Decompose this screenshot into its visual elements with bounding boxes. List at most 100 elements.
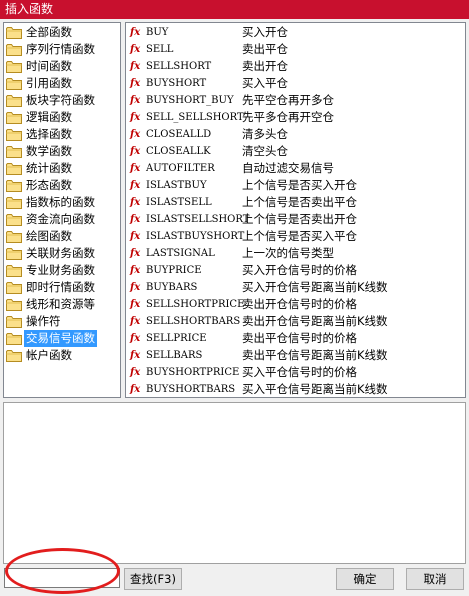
category-item[interactable]: 关联财务函数 bbox=[6, 245, 97, 262]
category-label: 交易信号函数 bbox=[24, 330, 97, 347]
function-description: 清空头仓 bbox=[242, 144, 288, 158]
category-item[interactable]: 逻辑函数 bbox=[6, 109, 74, 126]
function-description: 先平空仓再开多仓 bbox=[242, 93, 334, 107]
function-description: 买入开仓 bbox=[242, 25, 288, 39]
folder-icon bbox=[6, 197, 22, 209]
function-name: SELLSHORTPRICE bbox=[146, 299, 245, 310]
fx-icon: fx bbox=[130, 367, 141, 378]
function-description: 先平多仓再开空仓 bbox=[242, 110, 334, 124]
fx-icon: fx bbox=[130, 197, 141, 208]
find-button[interactable]: 查找(F3) bbox=[124, 568, 182, 590]
fx-icon: fx bbox=[130, 27, 141, 38]
category-label: 统计函数 bbox=[26, 161, 72, 175]
search-input[interactable] bbox=[4, 568, 120, 588]
folder-icon bbox=[6, 248, 22, 260]
category-item[interactable]: 引用函数 bbox=[6, 75, 74, 92]
fx-icon: fx bbox=[130, 44, 141, 55]
function-list[interactable]: fx BUY 买入开仓 fx SELL 卖出平仓 fx SELLSHORT 卖出开仓 fx BUYS… bbox=[125, 22, 466, 398]
category-item[interactable]: 即时行情函数 bbox=[6, 279, 97, 296]
folder-icon bbox=[6, 61, 22, 73]
category-item[interactable]: 资金流向函数 bbox=[6, 211, 97, 228]
function-description: 卖出开仓信号距离当前K线数 bbox=[242, 314, 388, 328]
category-label: 选择函数 bbox=[26, 127, 72, 141]
folder-icon bbox=[6, 95, 22, 107]
function-name: BUYSHORTBARS bbox=[146, 384, 236, 395]
category-label: 板块字符函数 bbox=[26, 93, 95, 107]
function-name: SELLBARS bbox=[146, 350, 203, 361]
folder-icon bbox=[6, 214, 22, 226]
folder-icon bbox=[6, 27, 22, 39]
fx-icon: fx bbox=[130, 350, 141, 361]
category-item[interactable]: 时间函数 bbox=[6, 58, 74, 75]
category-item[interactable]: 选择函数 bbox=[6, 126, 74, 143]
category-label: 指数标的函数 bbox=[26, 195, 95, 209]
folder-icon bbox=[6, 231, 22, 243]
function-description: 买入开仓信号时的价格 bbox=[242, 263, 357, 277]
function-description: 上个信号是否买入开仓 bbox=[242, 178, 357, 192]
category-item[interactable]: 统计函数 bbox=[6, 160, 74, 177]
category-label: 专业财务函数 bbox=[26, 263, 95, 277]
function-name: CLOSEALLD bbox=[146, 129, 212, 140]
category-label: 资金流向函数 bbox=[26, 212, 95, 226]
folder-icon bbox=[6, 146, 22, 158]
category-item[interactable]: 全部函数 bbox=[6, 24, 74, 41]
category-label: 引用函数 bbox=[26, 76, 72, 90]
function-name: BUYPRICE bbox=[146, 265, 202, 276]
category-item[interactable]: 操作符 bbox=[6, 313, 63, 330]
category-label: 逻辑函数 bbox=[26, 110, 72, 124]
folder-icon bbox=[6, 129, 22, 141]
function-description: 买入平仓信号距离当前K线数 bbox=[242, 382, 388, 396]
cancel-button[interactable]: 取消 bbox=[406, 568, 464, 590]
category-label: 序列行情函数 bbox=[26, 42, 95, 56]
category-item[interactable]: 交易信号函数 bbox=[6, 330, 97, 347]
function-name: SELLSHORTBARS bbox=[146, 316, 241, 327]
function-description: 上个信号是否卖出平仓 bbox=[242, 195, 357, 209]
function-name: BUYSHORT bbox=[146, 78, 207, 89]
function-name: ISLASTBUYSHORT bbox=[146, 231, 245, 242]
fx-icon: fx bbox=[130, 333, 141, 344]
function-name: LASTSIGNAL bbox=[146, 248, 215, 259]
function-description: 卖出平仓信号时的价格 bbox=[242, 331, 357, 345]
category-label: 全部函数 bbox=[26, 25, 72, 39]
fx-icon: fx bbox=[130, 299, 141, 310]
fx-icon: fx bbox=[130, 265, 141, 276]
function-description: 买入平仓 bbox=[242, 76, 288, 90]
function-description: 买入开仓信号距离当前K线数 bbox=[242, 280, 388, 294]
category-item[interactable]: 专业财务函数 bbox=[6, 262, 97, 279]
category-list[interactable]: 全部函数序列行情函数 时间函数引用函数板块字符函数 逻辑函数选择函数数学函数统计函数… bbox=[3, 22, 121, 398]
folder-icon bbox=[6, 44, 22, 56]
folder-icon bbox=[6, 163, 22, 175]
category-item[interactable]: 线形和资源等 bbox=[6, 296, 97, 313]
fx-icon: fx bbox=[130, 248, 141, 259]
category-item[interactable]: 帐户函数 bbox=[6, 347, 74, 364]
category-item[interactable]: 数学函数 bbox=[6, 143, 74, 160]
category-label: 数学函数 bbox=[26, 144, 72, 158]
fx-icon: fx bbox=[130, 231, 141, 242]
function-description: 卖出平仓信号距离当前K线数 bbox=[242, 348, 388, 362]
category-item[interactable]: 板块字符函数 bbox=[6, 92, 97, 109]
function-description: 清多头仓 bbox=[242, 127, 288, 141]
fx-icon: fx bbox=[130, 282, 141, 293]
fx-icon: fx bbox=[130, 316, 141, 327]
function-description: 卖出平仓 bbox=[242, 42, 288, 56]
fx-icon: fx bbox=[130, 384, 141, 395]
category-label: 即时行情函数 bbox=[26, 280, 95, 294]
fx-icon: fx bbox=[130, 61, 141, 72]
function-name: BUYSHORT_BUY bbox=[146, 95, 234, 106]
category-item[interactable]: 指数标的函数 bbox=[6, 194, 97, 211]
window-title: 插入函数 bbox=[5, 2, 54, 16]
folder-icon bbox=[6, 316, 22, 328]
category-item[interactable]: 形态函数 bbox=[6, 177, 74, 194]
function-description-area bbox=[3, 402, 466, 564]
category-item[interactable]: 序列行情函数 bbox=[6, 41, 97, 58]
fx-icon: fx bbox=[130, 112, 141, 123]
category-label: 线形和资源等 bbox=[26, 297, 95, 311]
function-description: 买入平仓信号时的价格 bbox=[242, 365, 357, 379]
category-label: 时间函数 bbox=[26, 59, 72, 73]
category-item[interactable]: 绘图函数 bbox=[6, 228, 74, 245]
function-name: ISLASTBUY bbox=[146, 180, 207, 191]
function-name: SELL bbox=[146, 44, 174, 55]
fx-icon: fx bbox=[130, 214, 141, 225]
ok-button[interactable]: 确定 bbox=[336, 568, 394, 590]
folder-icon bbox=[6, 265, 22, 277]
